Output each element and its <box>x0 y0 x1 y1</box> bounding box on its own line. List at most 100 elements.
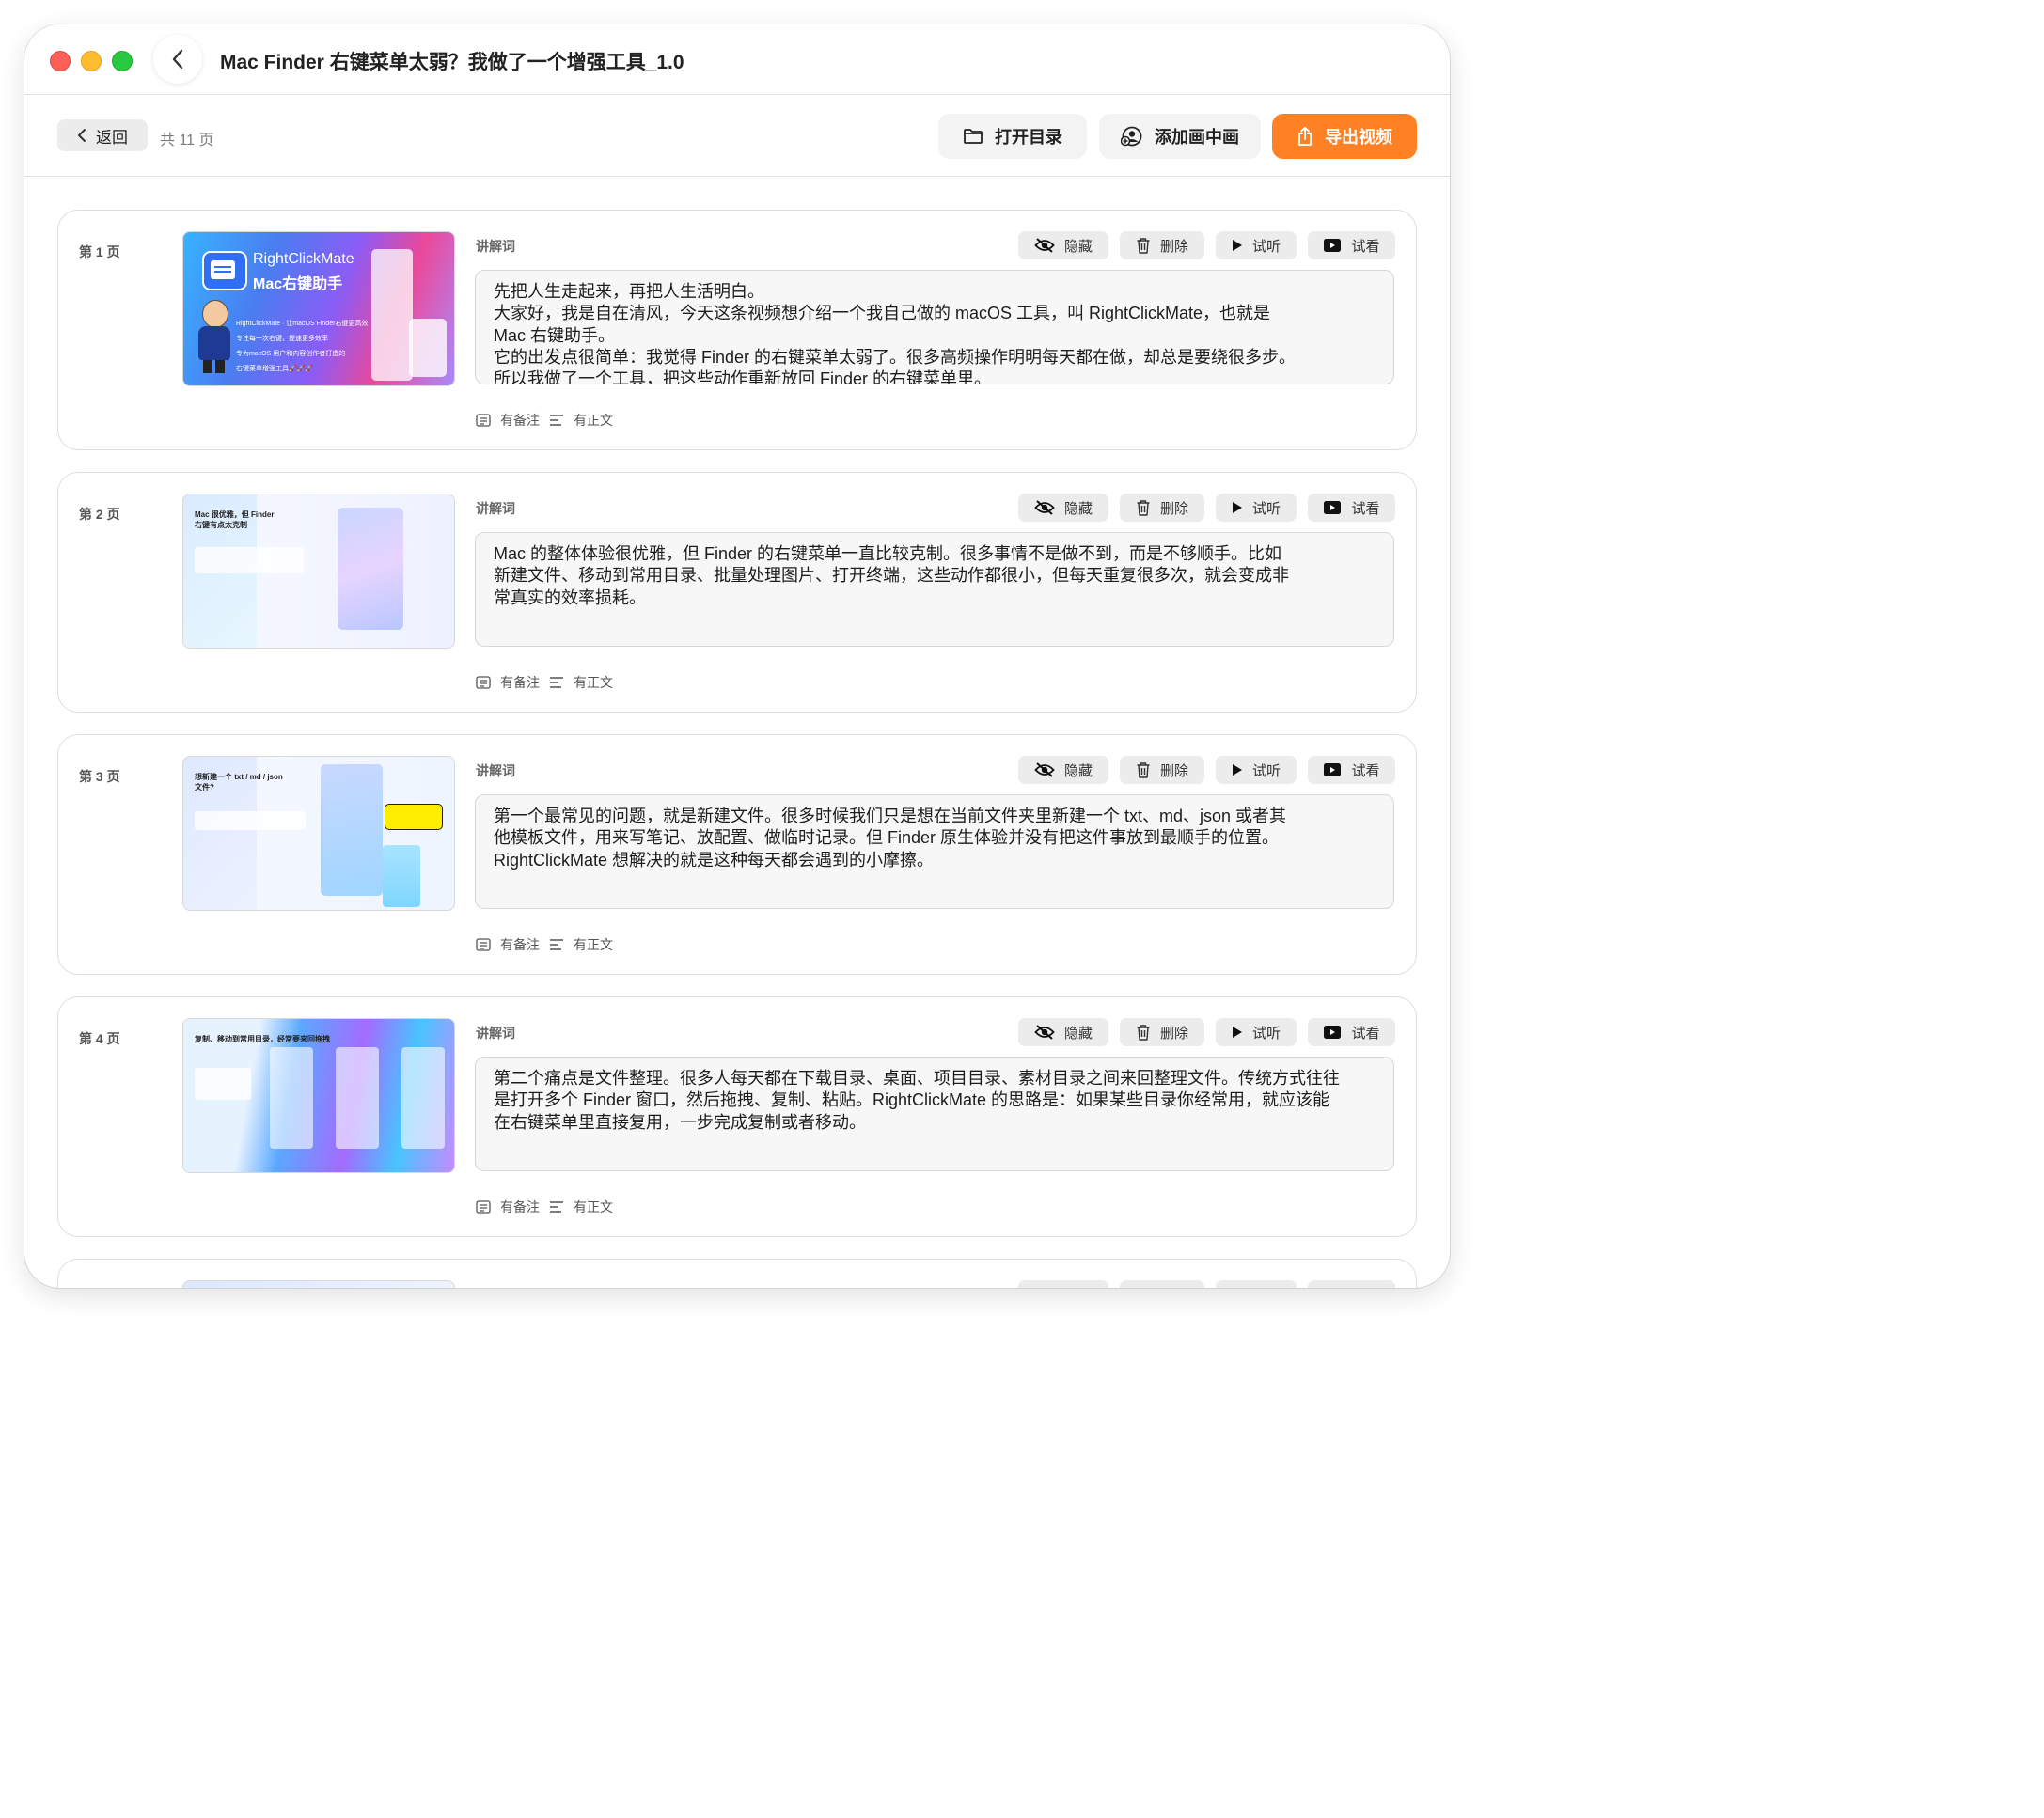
text-lines-icon <box>549 938 564 951</box>
context-menu-image <box>401 1047 445 1149</box>
back-button[interactable]: 返回 <box>57 119 148 151</box>
share-icon <box>1297 126 1313 147</box>
submenu-image <box>409 319 447 377</box>
open-directory-button[interactable]: 打开目录 <box>938 114 1087 159</box>
toolbar: 返回 共 11 页 打开目录 添加画中画 导出视频 <box>24 95 1450 177</box>
page-actions: 隐藏 删除 试听 试看 <box>1018 494 1395 522</box>
hide-button[interactable]: 隐藏 <box>1018 494 1108 522</box>
title-bar: Mac Finder 右键菜单太弱？我做了一个增强工具_1.0 <box>24 24 1450 95</box>
export-video-button[interactable]: 导出视频 <box>1272 114 1417 159</box>
hide-button[interactable]: 隐藏 <box>1018 1018 1108 1046</box>
context-menu-image <box>371 249 413 381</box>
page-actions: 隐藏 删除 试听 试看 <box>1018 231 1395 259</box>
listen-button[interactable] <box>1216 1280 1297 1288</box>
thumb-body: RightClickMate · 让macOS Finder右键更高效 专注每一… <box>236 317 377 377</box>
play-icon <box>1232 501 1243 514</box>
thumb-body-line: RightClickMate · 让macOS Finder右键更高效 <box>236 321 369 327</box>
thumb-body-line: 专注每一次右键，提速更多效率 <box>236 336 328 342</box>
has-body-label: 有正文 <box>574 1199 613 1215</box>
hide-label: 隐藏 <box>1063 762 1093 779</box>
watch-button[interactable]: 试看 <box>1308 756 1395 784</box>
delete-button[interactable]: 删除 <box>1120 231 1204 259</box>
page-list: 第 1 页 RightClickMate Mac右键助手 RightClickM… <box>24 177 1450 1288</box>
thumb-text-block <box>195 547 304 573</box>
thumb-body-line: 右键菜单增强工具🚀🚀🚀 <box>236 366 314 372</box>
hide-button[interactable]: 隐藏 <box>1018 756 1108 784</box>
watch-button[interactable]: 试看 <box>1308 231 1395 259</box>
eye-slash-icon <box>1034 500 1055 515</box>
thumb-title: 复制、移动到常用目录，经常要来回拖拽 <box>195 1035 330 1043</box>
trash-icon <box>1136 1024 1151 1041</box>
context-menu-image <box>338 508 403 630</box>
listen-button[interactable]: 试听 <box>1216 756 1297 784</box>
script-text-area[interactable]: 第二个痛点是文件整理。很多人每天都在下载目录、桌面、项目目录、素材目录之间来回整… <box>475 1057 1394 1171</box>
script-text-area[interactable]: 先把人生走起来，再把人生活明白。 大家好，我是自在清风，今天这条视频想介绍一个我… <box>475 270 1394 384</box>
script-text-area[interactable]: Mac 的整体体验很优雅，但 Finder 的右键菜单一直比较克制。很多事情不是… <box>475 532 1394 647</box>
mascot-image <box>195 300 232 375</box>
text-lines-icon <box>549 414 564 427</box>
hide-label: 隐藏 <box>1063 238 1093 255</box>
delete-button[interactable]: 删除 <box>1120 1018 1204 1046</box>
delete-label: 删除 <box>1159 238 1188 255</box>
delete-label: 删除 <box>1159 1025 1188 1042</box>
watch-button[interactable]: 试看 <box>1308 494 1395 522</box>
listen-label: 试听 <box>1251 1025 1281 1042</box>
delete-label: 删除 <box>1159 500 1188 517</box>
thumb-subtitle: Mac右键助手 <box>253 276 343 292</box>
script-label: 讲解词 <box>476 1026 515 1041</box>
watch-label: 试看 <box>1351 500 1380 517</box>
has-body-label: 有正文 <box>574 413 613 428</box>
open-directory-label: 打开目录 <box>995 128 1062 147</box>
hide-button[interactable]: 隐藏 <box>1018 231 1108 259</box>
nav-back-button[interactable] <box>153 35 202 84</box>
delete-button[interactable]: 删除 <box>1120 494 1204 522</box>
watch-button[interactable]: 试看 <box>1308 1018 1395 1046</box>
add-pip-label: 添加画中画 <box>1155 128 1239 147</box>
thumb-title-line: 右键有点太克制 <box>195 521 247 529</box>
listen-button[interactable]: 试听 <box>1216 494 1297 522</box>
watch-button[interactable] <box>1308 1280 1395 1288</box>
eye-slash-icon <box>1034 1025 1055 1040</box>
has-body-label: 有正文 <box>574 675 613 690</box>
trash-icon <box>1136 761 1151 778</box>
hide-label: 隐藏 <box>1063 1025 1093 1042</box>
has-notes-label: 有备注 <box>500 937 540 952</box>
chevron-left-icon <box>77 128 86 143</box>
has-notes-label: 有备注 <box>500 1199 540 1215</box>
slide-thumbnail[interactable]: 想新建一个 txt / md / json 文件? <box>182 756 455 911</box>
slide-thumbnail[interactable]: 复制、移动到常用目录，经常要来回拖拽 <box>182 1018 455 1173</box>
listen-button[interactable]: 试听 <box>1216 1018 1297 1046</box>
notes-icon <box>476 414 491 427</box>
page-meta: 有备注 有正文 <box>476 673 613 692</box>
slide-thumbnail[interactable] <box>182 1280 455 1288</box>
page-card: 第 1 页 RightClickMate Mac右键助手 RightClickM… <box>57 210 1417 450</box>
trash-icon <box>1136 499 1151 516</box>
page-number: 第 2 页 <box>79 507 120 522</box>
page-number: 第 3 页 <box>79 769 120 784</box>
eye-slash-icon <box>1034 238 1055 253</box>
add-pip-button[interactable]: 添加画中画 <box>1099 114 1261 159</box>
listen-button[interactable]: 试听 <box>1216 231 1297 259</box>
watch-label: 试看 <box>1351 762 1380 779</box>
person-add-icon <box>1121 126 1143 147</box>
page-actions: 隐藏 删除 试听 试看 <box>1018 1018 1395 1046</box>
slide-thumbnail[interactable]: Mac 很优雅，但 Finder 右键有点太克制 <box>182 494 455 649</box>
app-window: Mac Finder 右键菜单太弱？我做了一个增强工具_1.0 返回 共 11 … <box>24 24 1450 1288</box>
script-text-area[interactable]: 第一个最常见的问题，就是新建文件。很多时候我们只是想在当前文件夹里新建一个 tx… <box>475 794 1394 909</box>
slide-thumbnail[interactable]: RightClickMate Mac右键助手 RightClickMate · … <box>182 231 455 386</box>
close-window-button[interactable] <box>50 51 71 71</box>
delete-button[interactable] <box>1120 1280 1204 1288</box>
thumb-title: Mac 很优雅，但 Finder 右键有点太克制 <box>195 509 345 530</box>
hide-button[interactable] <box>1018 1280 1108 1288</box>
submenu-image <box>383 845 420 907</box>
text-lines-icon <box>549 676 564 689</box>
page-meta: 有备注 有正文 <box>476 1198 613 1216</box>
play-icon <box>1232 763 1243 776</box>
delete-button[interactable]: 删除 <box>1120 756 1204 784</box>
page-count: 共 11 页 <box>160 133 214 149</box>
zoom-window-button[interactable] <box>112 51 133 71</box>
eye-slash-icon <box>1034 762 1055 777</box>
page-card: 第 3 页 想新建一个 txt / md / json 文件? 讲解词 隐藏 删… <box>57 734 1417 975</box>
page-meta: 有备注 有正文 <box>476 935 613 954</box>
minimize-window-button[interactable] <box>81 51 102 71</box>
